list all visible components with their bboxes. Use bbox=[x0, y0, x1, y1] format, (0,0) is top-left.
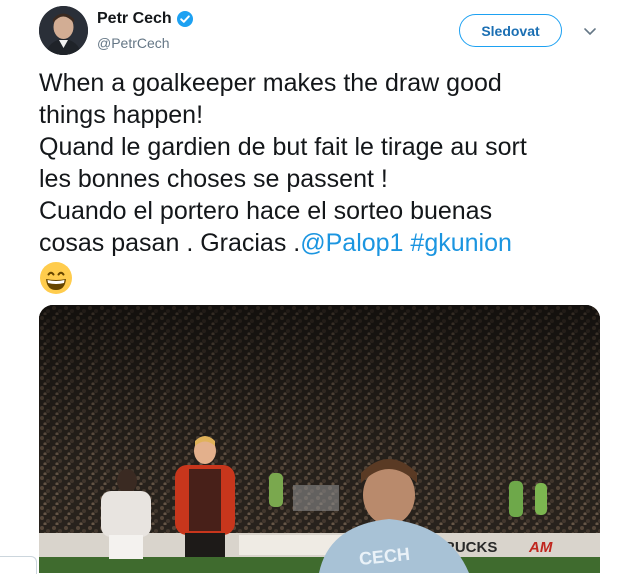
mention-link[interactable]: @Palop1 bbox=[300, 229, 403, 257]
follow-button-label: Sledovat bbox=[481, 22, 540, 39]
chevron-down-icon[interactable] bbox=[583, 24, 597, 42]
tweet-line: When a goalkeeper makes the draw good bbox=[39, 69, 502, 97]
author-avatar[interactable] bbox=[39, 6, 88, 55]
tweet-photo[interactable]: RUCKS AM CECH bbox=[39, 305, 600, 573]
author-handle[interactable]: @PetrCech bbox=[97, 35, 170, 51]
tweet-text-fragment: cosas pasan . Gracias . bbox=[39, 229, 301, 257]
tweet-line: Cuando el portero hace el sorteo buenas bbox=[39, 197, 493, 225]
tweet-emoji-line bbox=[39, 259, 624, 303]
hashtag-link[interactable]: #gkunion bbox=[410, 229, 511, 257]
follow-button[interactable]: Sledovat bbox=[459, 14, 562, 47]
grinning-face-emoji-icon bbox=[39, 261, 73, 303]
tweet-line: les bonnes choses se passent ! bbox=[39, 165, 388, 193]
tweet-line: things happen! bbox=[39, 101, 204, 129]
verified-badge-icon bbox=[176, 10, 194, 28]
author-name-row[interactable]: Petr Cech bbox=[97, 10, 194, 28]
tweet-line-last: cosas pasan . Gracias .@Palop1 #gkunion bbox=[39, 227, 624, 259]
edge-tab bbox=[0, 556, 37, 574]
board-text: AM bbox=[528, 539, 553, 556]
author-name[interactable]: Petr Cech bbox=[97, 10, 172, 28]
tweet-line: Quand le gardien de but fait le tirage a… bbox=[39, 133, 527, 161]
tweet-text: When a goalkeeper makes the draw good th… bbox=[39, 67, 624, 303]
